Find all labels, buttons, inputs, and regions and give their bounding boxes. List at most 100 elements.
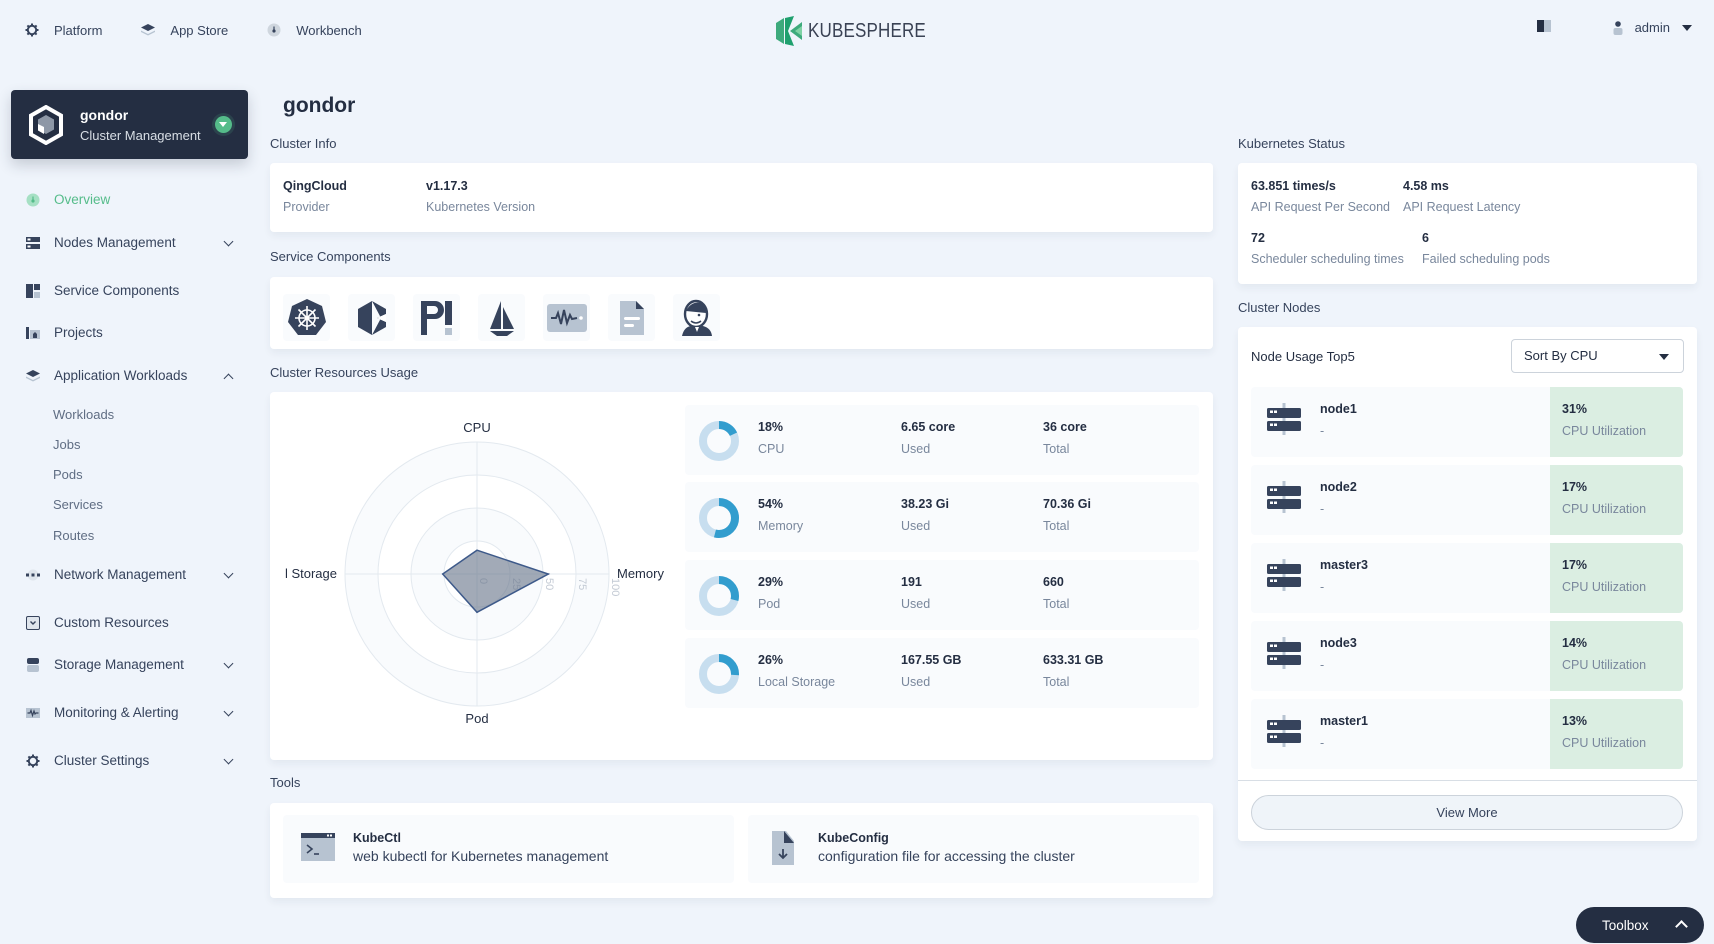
sidebar-item-application-workloads[interactable]: Application Workloads [26,368,236,384]
sidebar-subitem-pods[interactable]: Pods [53,467,83,482]
radar-point-pod [476,611,478,614]
radar-chart: 0255075100 CPUMemoryPodl Storage [285,420,664,726]
sidebar-item-monitoring-alerting[interactable]: Monitoring & Alerting [26,705,236,720]
view-more-button[interactable]: View More [1251,795,1683,830]
gear-icon [26,754,40,768]
network-icon [26,568,40,582]
usage-total-label: Total [1043,519,1070,533]
sidebar-subitem-jobs[interactable]: Jobs [53,437,80,452]
chevron-down-icon [223,658,234,669]
usage-row-cpu: 18% CPU 6.65 core Used 36 core Total [685,405,1199,475]
logo-text: KUBESPHERE [808,19,926,42]
custom-resource-icon [26,615,40,630]
cluster-nodes-title: Cluster Nodes [1238,300,1321,315]
toolbox-button[interactable]: Toolbox [1576,907,1704,943]
user-menu[interactable]: admin [1613,20,1692,35]
provider-value: QingCloud [283,179,347,193]
jenkins-icon[interactable] [673,294,720,341]
sidebar-item-projects[interactable]: Projects [26,325,236,340]
logging-icon[interactable] [608,294,655,341]
metric-value: 63.851 times/s [1251,179,1336,193]
usage-label: Local Storage [758,675,836,689]
usage-total: 70.36 Gi [1043,497,1091,511]
sidebar-item-custom-resources[interactable]: Custom Resources [26,615,236,630]
kubernetes-icon[interactable] [283,294,330,341]
radar-tick-label: 75 [576,578,588,590]
sort-by-select[interactable]: Sort By CPU [1511,339,1684,373]
usage-used: 6.65 core [901,420,956,434]
metric-api-latency: 4.58 ms API Request Latency [1403,179,1520,214]
server-icon [1267,559,1301,594]
cluster-dropdown-icon[interactable] [215,116,232,133]
sidebar-item-storage-management[interactable]: Storage Management [26,657,236,672]
usage-total: 633.31 GB [1043,653,1104,667]
istio-icon[interactable] [478,294,525,341]
openpitrix-icon[interactable] [413,294,460,341]
cluster-subtitle: Cluster Management [80,127,201,143]
toolbox-label: Toolbox [1602,917,1649,933]
node-row[interactable]: master1 - 13% CPU Utilization [1251,699,1683,769]
monitoring-icon[interactable] [543,294,590,341]
usage-percent: 54% [758,497,784,511]
node-utilization: 31% CPU Utilization [1550,387,1683,457]
chevron-down-icon [223,754,234,765]
tool-name: KubeConfig [818,831,889,845]
tools-card: KubeCtl web kubectl for Kubernetes manag… [270,803,1213,898]
metric-label: Failed scheduling pods [1422,252,1550,266]
document-icon[interactable] [1536,20,1551,35]
node-utilization: 17% CPU Utilization [1550,465,1683,535]
components-icon [26,283,40,298]
sidebar-item-label: Custom Resources [54,615,169,630]
gear-icon [24,22,40,38]
utilization-value: 17% [1562,480,1588,494]
usage-percent: 29% [758,575,784,589]
version-value: v1.17.3 [426,179,468,193]
topnav-app-store[interactable]: App Store [140,22,228,38]
server-icon [1267,481,1301,516]
topnav-platform[interactable]: Platform [24,22,102,38]
server-icon [1267,637,1301,672]
kubesphere-logo-icon [776,16,802,46]
sidebar-item-label: Network Management [54,567,187,582]
radar-axis-label-pod: Pod [465,711,488,726]
sidebar-subitem-services[interactable]: Services [53,497,103,512]
download-file-icon [770,829,796,870]
sidebar-item-label: Storage Management [54,657,184,672]
sidebar-subitem-routes[interactable]: Routes [53,528,94,543]
tool-description: configuration file for accessing the clu… [818,848,1075,864]
node-row[interactable]: node2 - 17% CPU Utilization [1251,465,1683,535]
topnav-workbench[interactable]: Workbench [266,22,362,38]
sidebar-item-network-management[interactable]: Network Management [26,567,236,582]
metric-value: 72 [1251,231,1265,245]
service-components-title: Service Components [270,249,391,264]
cluster-info-card: QingCloud Provider v1.17.3 Kubernetes Ve… [270,163,1213,232]
node-utilization: 13% CPU Utilization [1550,699,1683,769]
usage-label: CPU [758,442,785,456]
divider [1238,780,1697,781]
sidebar-item-nodes-management[interactable]: Nodes Management [26,235,236,250]
sidebar-item-service-components[interactable]: Service Components [26,283,236,298]
sidebar-subitem-workloads[interactable]: Workloads [53,407,114,422]
node-name: master1 [1320,714,1368,728]
cluster-resources-title: Cluster Resources Usage [270,365,419,380]
tool-description: web kubectl for Kubernetes management [353,848,609,864]
sidebar-item-overview[interactable]: Overview [26,192,236,207]
node-row[interactable]: node1 - 31% CPU Utilization [1251,387,1683,457]
user-icon [1613,20,1623,35]
tool-kubectl[interactable]: KubeCtl web kubectl for Kubernetes manag… [283,815,734,883]
usage-used: 38.23 Gi [901,497,949,511]
server-icon [1267,403,1301,438]
kubesphere-icon[interactable] [348,294,395,341]
node-row[interactable]: master3 - 17% CPU Utilization [1251,543,1683,613]
kubesphere-logo[interactable]: KUBESPHERE [776,16,947,46]
sidebar-item-cluster-settings[interactable]: Cluster Settings [26,753,236,768]
metric-value: 4.58 ms [1403,179,1449,193]
metric-api-rps: 63.851 times/s API Request Per Second [1251,179,1390,214]
version-label: Kubernetes Version [426,200,536,214]
layers-icon [140,22,156,38]
tool-kubeconfig[interactable]: KubeConfig configuration file for access… [748,815,1199,883]
sidebar-item-label: Application Workloads [54,368,188,383]
cluster-switcher[interactable]: gondor Cluster Management [11,90,248,159]
usage-used-label: Used [901,675,931,689]
node-row[interactable]: node3 - 14% CPU Utilization [1251,621,1683,691]
